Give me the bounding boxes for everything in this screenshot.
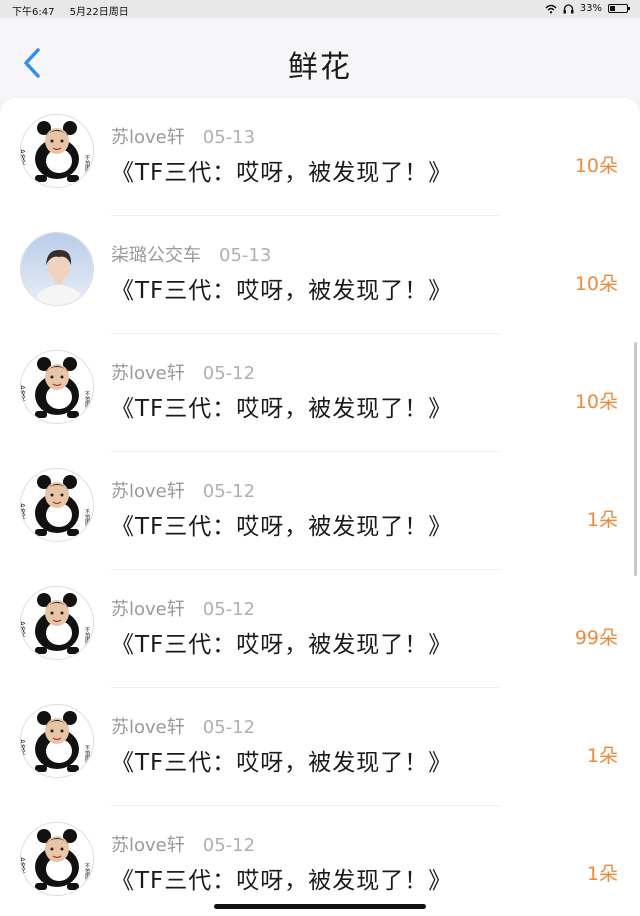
message-text: 《TF三代：哎呀，被发现了！》 <box>111 160 453 186</box>
flower-count: 10朵 <box>574 155 618 177</box>
avatar-caption-left: A敢轩轩 <box>21 503 26 530</box>
user-name[interactable]: 苏love轩 <box>111 363 185 384</box>
avatar-caption-left: A敢轩轩 <box>21 739 26 766</box>
list-item[interactable]: 柒璐公交车 05-13 《TF三代：哎呀，被发现了！》 10朵 <box>0 216 640 334</box>
avatar[interactable]: A敢轩轩 不怕困难 <box>20 586 94 660</box>
avatar-caption-right: 不怕困难 <box>84 863 90 884</box>
panda-avatar-icon: A敢轩轩 不怕困难 <box>21 351 93 423</box>
row-date: 05-13 <box>219 245 272 266</box>
row-meta: 苏love轩 05-12 <box>111 595 255 621</box>
list-item[interactable]: A敢轩轩 不怕困难 苏love轩 05-13 《TF三代：哎呀，被发现了！》 10朵 <box>0 98 640 216</box>
status-left: 下午6:47 5月22日周日 <box>12 3 141 18</box>
row-date: 05-13 <box>202 127 256 148</box>
nav-header: 鲜花 <box>0 18 640 98</box>
avatar[interactable]: A敢轩轩 不怕困难 <box>20 114 94 188</box>
list-item[interactable]: A敢轩轩 不怕困难 苏love轩 05-12 《TF三代：哎呀，被发现了！》 1朵 <box>0 688 640 806</box>
message-text: 《TF三代：哎呀，被发现了！》 <box>111 750 453 776</box>
avatar[interactable]: A敢轩轩 不怕困难 <box>20 822 94 896</box>
flower-count: 1朵 <box>586 509 618 531</box>
row-date: 05-12 <box>202 363 256 384</box>
list-item[interactable]: A敢轩轩 不怕困难 苏love轩 05-12 《TF三代：哎呀，被发现了！》 99朵 <box>0 570 640 688</box>
status-right: 33% <box>545 3 630 14</box>
avatar-caption-right: 不怕困难 <box>84 391 90 412</box>
message-text: 《TF三代：哎呀，被发现了！》 <box>111 514 453 540</box>
avatar-caption-right: 不怕困难 <box>84 155 90 176</box>
flower-count: 99朵 <box>574 627 618 649</box>
list-item[interactable]: A敢轩轩 不怕困难 苏love轩 05-12 《TF三代：哎呀，被发现了！》 10朵 <box>0 334 640 452</box>
message-text: 《TF三代：哎呀，被发现了！》 <box>111 868 453 894</box>
list-item[interactable]: A敢轩轩 不怕困难 苏love轩 05-12 《TF三代：哎呀，被发现了！》 1朵 <box>0 452 640 570</box>
avatar-caption-left: A敢轩轩 <box>21 857 26 884</box>
row-date: 05-12 <box>202 717 256 738</box>
flower-count: 10朵 <box>574 391 618 413</box>
user-name[interactable]: 柒璐公交车 <box>111 245 201 266</box>
row-meta: 苏love轩 05-12 <box>111 831 255 857</box>
headphones-icon <box>563 3 574 13</box>
battery-percent: 33% <box>579 3 602 14</box>
status-bar: 下午6:47 5月22日周日 33% <box>0 0 640 18</box>
avatar[interactable] <box>20 232 94 306</box>
row-meta: 苏love轩 05-13 <box>111 123 255 149</box>
panda-avatar-icon: A敢轩轩 不怕困难 <box>21 587 93 659</box>
flower-count: 10朵 <box>574 273 618 295</box>
user-name[interactable]: 苏love轩 <box>111 127 185 148</box>
user-name[interactable]: 苏love轩 <box>111 717 185 738</box>
message-text: 《TF三代：哎呀，被发现了！》 <box>111 632 453 658</box>
row-meta: 苏love轩 05-12 <box>111 359 255 385</box>
status-time: 下午6:47 <box>12 7 55 18</box>
photo-avatar-icon <box>21 233 93 305</box>
message-text: 《TF三代：哎呀，被发现了！》 <box>111 396 453 422</box>
row-meta: 苏love轩 05-12 <box>111 713 255 739</box>
scrollbar[interactable] <box>634 342 637 576</box>
wifi-icon <box>545 4 557 13</box>
row-date: 05-12 <box>202 481 256 502</box>
row-date: 05-12 <box>202 835 256 856</box>
panda-avatar-icon: A敢轩轩 不怕困难 <box>21 705 93 777</box>
panda-avatar-icon: A敢轩轩 不怕困难 <box>21 469 93 541</box>
list-item[interactable]: A敢轩轩 不怕困难 苏love轩 05-12 《TF三代：哎呀，被发现了！》 1朵 <box>0 806 640 916</box>
avatar[interactable]: A敢轩轩 不怕困难 <box>20 704 94 778</box>
avatar[interactable]: A敢轩轩 不怕困难 <box>20 350 94 424</box>
flower-list: A敢轩轩 不怕困难 苏love轩 05-13 《TF三代：哎呀，被发现了！》 10朵… <box>0 98 640 916</box>
page-title: 鲜花 <box>288 50 352 85</box>
user-name[interactable]: 苏love轩 <box>111 481 185 502</box>
avatar-caption-left: A敢轩轩 <box>21 149 26 176</box>
avatar-caption-right: 不怕困难 <box>84 627 90 648</box>
avatar-caption-right: 不怕困难 <box>84 745 90 766</box>
panda-avatar-icon: A敢轩轩 不怕困难 <box>21 115 93 187</box>
avatar-caption-right: 不怕困难 <box>84 509 90 530</box>
battery-icon <box>608 4 630 13</box>
home-indicator[interactable] <box>214 904 426 909</box>
flower-count: 1朵 <box>586 745 618 767</box>
message-text: 《TF三代：哎呀，被发现了！》 <box>111 278 453 304</box>
row-meta: 苏love轩 05-12 <box>111 477 255 503</box>
avatar-caption-left: A敢轩轩 <box>21 385 26 412</box>
panda-avatar-icon: A敢轩轩 不怕困难 <box>21 823 93 895</box>
row-date: 05-12 <box>202 599 256 620</box>
status-date: 5月22日周日 <box>69 7 129 18</box>
user-name[interactable]: 苏love轩 <box>111 835 185 856</box>
user-name[interactable]: 苏love轩 <box>111 599 185 620</box>
row-meta: 柒璐公交车 05-13 <box>111 241 271 267</box>
flower-count: 1朵 <box>586 863 618 885</box>
avatar[interactable]: A敢轩轩 不怕困难 <box>20 468 94 542</box>
avatar-caption-left: A敢轩轩 <box>21 621 26 648</box>
